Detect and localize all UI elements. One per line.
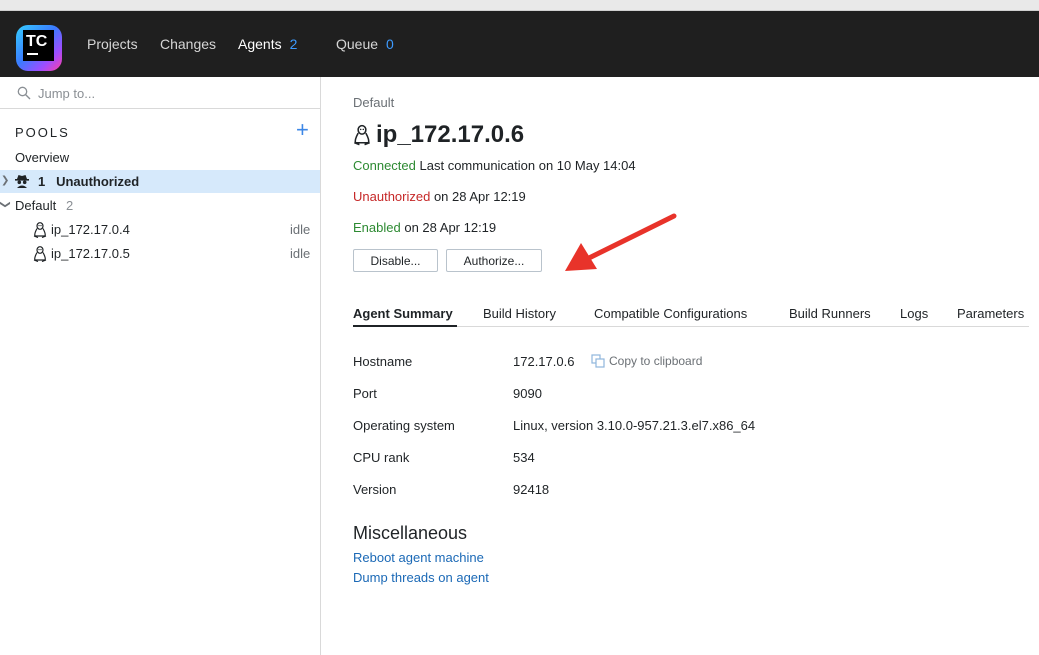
sidebar-agent-item[interactable]: ip_172.17.0.5 idle — [0, 243, 320, 265]
nav-changes-label: Changes — [160, 36, 217, 52]
miscellaneous-heading: Miscellaneous — [353, 523, 468, 543]
summary-value: 534 — [513, 450, 535, 465]
connected-status: Connected — [353, 158, 416, 173]
nav-projects-label: Projects — [87, 36, 138, 52]
linux-icon — [354, 124, 370, 146]
chevron-down-icon[interactable]: ❯ — [0, 200, 11, 208]
nav-projects[interactable]: Projects — [87, 11, 138, 77]
pools-heading: POOLS — [15, 125, 70, 140]
summary-value: 9090 — [513, 386, 542, 401]
enabled-status: Enabled on 28 Apr 12:19 — [353, 220, 496, 235]
agent-details: Default ip_172.17.0.6 Connected Last com… — [321, 77, 1039, 655]
tab-agent-summary[interactable]: Agent Summary — [353, 306, 453, 321]
enabled-label: Enabled — [353, 220, 401, 235]
summary-label: Hostname — [353, 354, 413, 369]
reboot-agent-link[interactable]: Reboot agent machine — [353, 550, 484, 565]
nav-queue-label: Queue — [336, 36, 379, 52]
connection-status: Connected Last communication on 10 May 1… — [353, 158, 636, 173]
unauthorized-text: Unauthorized — [56, 174, 140, 189]
logo-text: TC — [26, 33, 48, 50]
tab-parameters[interactable]: Parameters — [957, 306, 1024, 321]
tab-logs[interactable]: Logs — [900, 306, 928, 321]
sidebar-item-overview[interactable]: Overview — [15, 150, 69, 165]
dump-threads-link[interactable]: Dump threads on agent — [353, 570, 489, 585]
tab-build-runners[interactable]: Build Runners — [789, 306, 871, 321]
summary-value: 92418 — [513, 482, 550, 497]
chevron-right-icon[interactable]: ❯ — [1, 175, 9, 186]
os-menubar — [0, 0, 1039, 11]
disable-button[interactable]: Disable... — [353, 249, 438, 272]
agent-name: ip_172.17.0.4 — [51, 222, 130, 237]
summary-value: 172.17.0.6 — [513, 354, 575, 369]
authorize-button[interactable]: Authorize... — [446, 249, 542, 272]
plus-icon[interactable]: + — [296, 119, 309, 141]
teamcity-logo[interactable]: TC — [16, 25, 62, 71]
sidebar-item-unauthorized[interactable]: ❯ 1 Unauthorized — [0, 170, 320, 193]
nav-queue-count: 0 — [386, 36, 394, 52]
nav-queue[interactable]: Queue 0 — [336, 11, 394, 77]
nav-agents[interactable]: Agents 2 — [238, 11, 297, 77]
logo-underline — [27, 53, 38, 55]
page-title: ip_172.17.0.6 — [376, 121, 525, 148]
search-icon — [17, 86, 31, 100]
copy-to-clipboard-link[interactable]: Copy to clipboard — [609, 354, 702, 368]
top-header: TC Projects Changes Agents 2 Queue 0 — [0, 11, 1039, 77]
red-arrow-annotation — [565, 213, 677, 271]
summary-label: Version — [353, 482, 397, 497]
copy-icon[interactable] — [591, 354, 605, 368]
sidebar-pool-default[interactable]: ❯ Default 2 — [0, 195, 320, 217]
nav-changes[interactable]: Changes — [160, 11, 216, 77]
tab-compatible-configurations[interactable]: Compatible Configurations — [594, 306, 747, 321]
jump-to-search — [0, 77, 320, 109]
unauthorized-status: Unauthorized — [353, 189, 431, 204]
agent-tabs: Agent Summary Build History Compatible C… — [353, 303, 1029, 327]
unauthorized-count: 1 — [38, 174, 46, 189]
sidebar: POOLS + Overview ❯ 1 Unauthorized ❯ Defa… — [0, 77, 321, 655]
nav-agents-count: 2 — [289, 36, 298, 52]
authorization-status: Unauthorized on 28 Apr 12:19 — [353, 189, 526, 204]
agent-status: idle — [290, 246, 311, 261]
enabled-detail: on 28 Apr 12:19 — [404, 220, 497, 235]
spy-agent-icon — [15, 175, 29, 188]
sidebar-agent-item[interactable]: ip_172.17.0.4 idle — [0, 219, 320, 241]
summary-value: Linux, version 3.10.0-957.21.3.el7.x86_6… — [513, 418, 756, 433]
connected-detail: Last communication on 10 May 14:04 — [419, 158, 636, 173]
default-pool-count: 2 — [66, 198, 74, 213]
agent-status: idle — [290, 222, 311, 237]
jump-to-input[interactable] — [38, 83, 308, 103]
summary-label: Operating system — [353, 418, 455, 433]
unauthorized-detail: on 28 Apr 12:19 — [433, 189, 526, 204]
nav-agents-label: Agents — [238, 36, 282, 52]
default-pool-label: Default — [15, 198, 57, 213]
summary-label: CPU rank — [353, 450, 410, 465]
linux-icon — [33, 222, 47, 238]
agent-name: ip_172.17.0.5 — [51, 246, 130, 261]
tab-build-history[interactable]: Build History — [483, 306, 556, 321]
summary-label: Port — [353, 386, 377, 401]
linux-icon — [33, 246, 47, 262]
active-tab-indicator — [353, 325, 457, 327]
breadcrumb[interactable]: Default — [353, 95, 394, 110]
unauthorized-label: 1 Unauthorized — [38, 174, 139, 189]
